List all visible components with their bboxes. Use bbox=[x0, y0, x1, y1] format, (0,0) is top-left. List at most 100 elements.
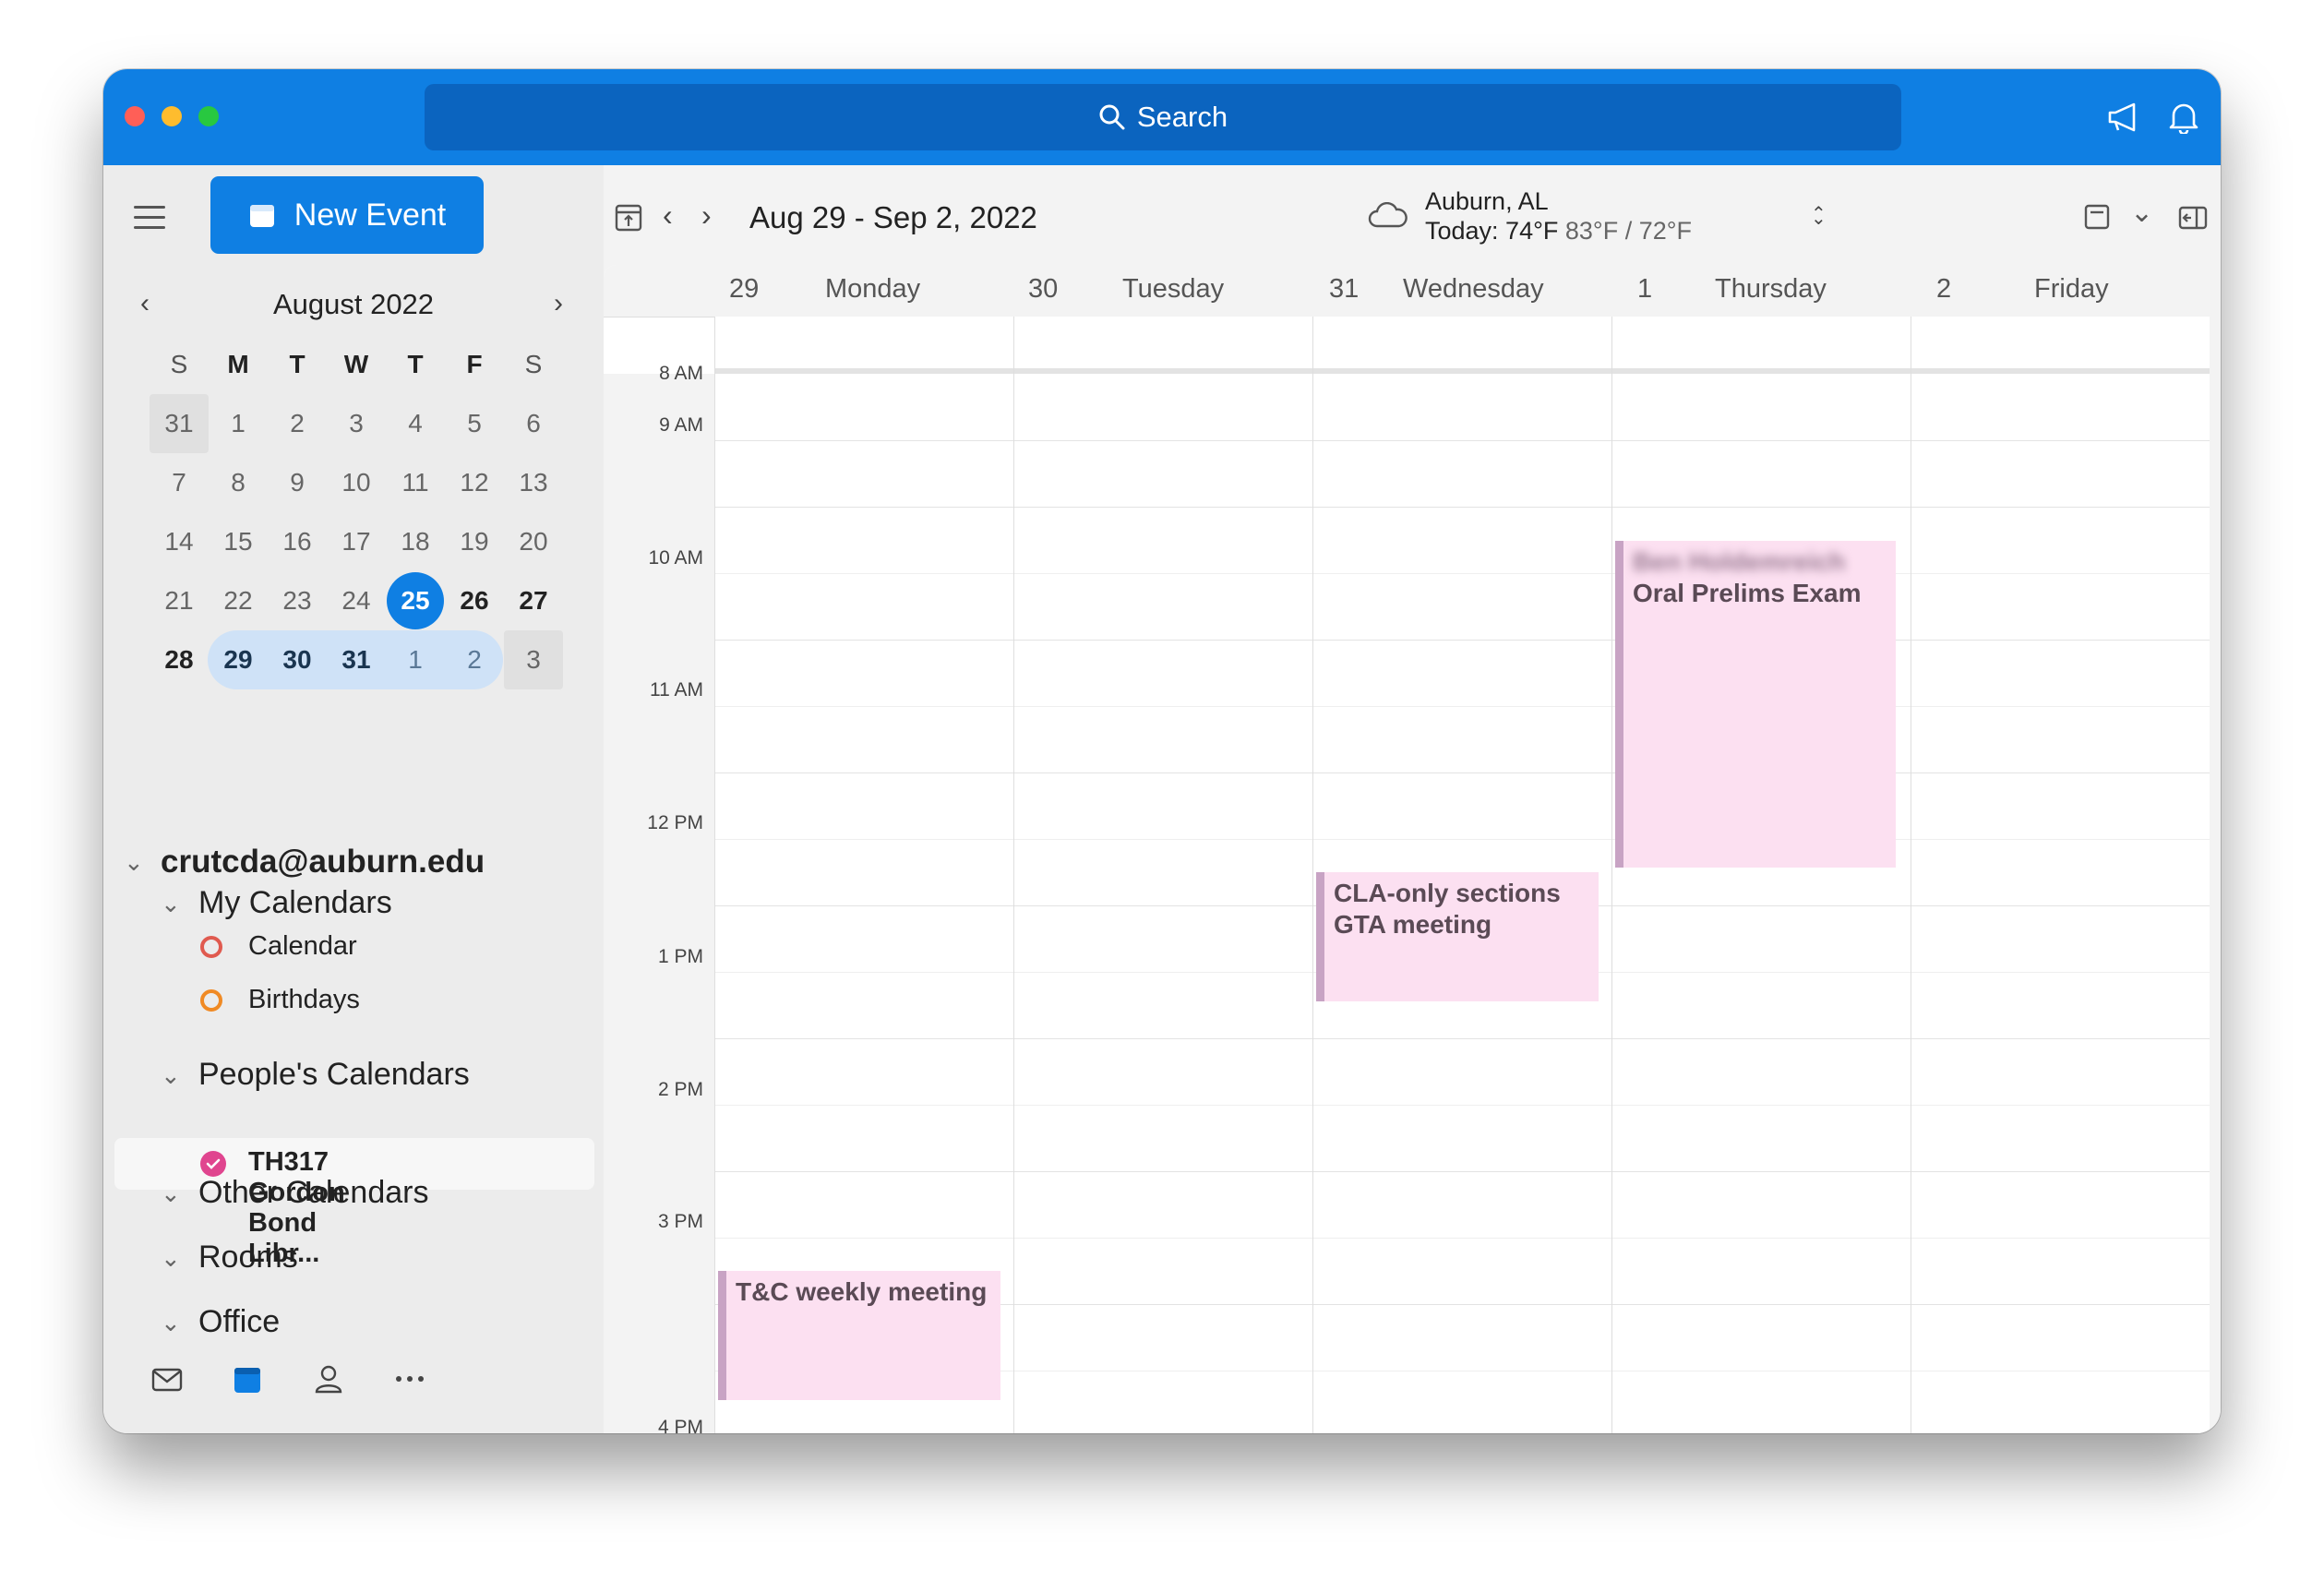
time-label: 2 PM bbox=[657, 1079, 703, 1100]
zoom-window-button[interactable] bbox=[198, 106, 219, 126]
mini-day-selected[interactable]: 2 bbox=[445, 630, 504, 689]
mail-icon[interactable] bbox=[151, 1367, 183, 1393]
time-label: 3 PM bbox=[657, 1211, 703, 1232]
mini-day[interactable]: 21 bbox=[150, 571, 209, 630]
mini-day[interactable]: 4 bbox=[386, 394, 445, 453]
mini-day[interactable]: 28 bbox=[150, 630, 209, 689]
chevron-down-icon[interactable]: ⌄ bbox=[2130, 197, 2153, 229]
week-grid: 29 Monday 30 Tuesday 31 Wednesday 1 Thur… bbox=[604, 265, 2210, 1433]
mini-day[interactable]: 1 bbox=[209, 394, 268, 453]
menu-icon[interactable] bbox=[134, 206, 165, 236]
mini-day[interactable]: 6 bbox=[504, 394, 563, 453]
mini-day-selected[interactable]: 31 bbox=[327, 630, 386, 689]
mini-day[interactable]: 19 bbox=[445, 512, 504, 571]
event-tc-weekly-meeting[interactable]: T&C weekly meeting bbox=[718, 1271, 1000, 1400]
weather-location[interactable]: Auburn, AL bbox=[1425, 187, 1549, 216]
prev-week-icon[interactable]: ‹ bbox=[663, 198, 673, 233]
mini-day[interactable]: 10 bbox=[327, 453, 386, 512]
day-name[interactable]: Tuesday bbox=[1122, 274, 1224, 305]
time-label: 4 PM bbox=[657, 1417, 703, 1433]
chevron-down-icon[interactable]: ⌄ bbox=[161, 1309, 181, 1337]
toggle-pane-icon[interactable] bbox=[2178, 206, 2208, 230]
calendar-nav-icon[interactable] bbox=[233, 1365, 262, 1395]
mini-day-selected[interactable]: 1 bbox=[386, 630, 445, 689]
mini-day[interactable]: 13 bbox=[504, 453, 563, 512]
mini-calendar-title: August 2022 bbox=[272, 288, 435, 320]
mini-day[interactable]: 9 bbox=[268, 453, 327, 512]
next-week-icon[interactable]: › bbox=[701, 198, 712, 233]
mini-day[interactable]: 22 bbox=[209, 571, 268, 630]
chevron-down-icon[interactable]: ⌄ bbox=[161, 1244, 181, 1273]
birthdays-color-circle[interactable] bbox=[200, 989, 222, 1012]
view-switcher-icon[interactable] bbox=[2084, 204, 2110, 230]
mini-day[interactable]: 2 bbox=[268, 394, 327, 453]
group-office[interactable]: Office bbox=[198, 1304, 280, 1340]
account-name[interactable]: crutcda@auburn.edu bbox=[161, 844, 485, 880]
mini-day[interactable]: 31 bbox=[150, 394, 209, 453]
day-number[interactable]: 29 bbox=[729, 274, 759, 305]
mini-day[interactable]: 24 bbox=[327, 571, 386, 630]
weather-today[interactable]: Today: 74°F 83°F / 72°F bbox=[1425, 217, 1692, 246]
mini-day[interactable]: 16 bbox=[268, 512, 327, 571]
chevron-down-icon[interactable]: ⌄ bbox=[161, 1061, 181, 1090]
mini-calendar-header: ‹ August 2022 › bbox=[103, 281, 604, 327]
mini-day-selected[interactable]: 30 bbox=[268, 630, 327, 689]
mini-day-today[interactable]: 25 bbox=[386, 571, 445, 630]
mini-day[interactable]: 7 bbox=[150, 453, 209, 512]
day-number[interactable]: 31 bbox=[1329, 274, 1359, 305]
calendar-item-calendar[interactable]: Calendar bbox=[248, 931, 357, 962]
chevron-down-icon[interactable]: ⌄ bbox=[161, 1180, 181, 1208]
time-label: 9 AM bbox=[659, 414, 703, 436]
day-name[interactable]: Friday bbox=[2034, 274, 2109, 305]
group-my-calendars[interactable]: My Calendars bbox=[198, 885, 392, 921]
more-icon[interactable] bbox=[395, 1374, 425, 1383]
group-peoples-calendars[interactable]: People's Calendars bbox=[198, 1057, 470, 1093]
calendar-item-birthdays[interactable]: Birthdays bbox=[248, 985, 360, 1015]
day-name[interactable]: Thursday bbox=[1715, 274, 1827, 305]
day-name[interactable]: Monday bbox=[825, 274, 920, 305]
calendar-color-circle[interactable] bbox=[200, 936, 222, 958]
group-rooms[interactable]: Rooms bbox=[198, 1240, 298, 1276]
day-number[interactable]: 2 bbox=[1936, 274, 1951, 305]
mini-day[interactable]: 15 bbox=[209, 512, 268, 571]
bell-icon[interactable] bbox=[2168, 101, 2199, 134]
event-oral-prelims[interactable]: Ben Holdemreich Oral Prelims Exam bbox=[1615, 541, 1896, 868]
mini-day[interactable]: 17 bbox=[327, 512, 386, 571]
half-hour-line bbox=[714, 1105, 2210, 1106]
mini-day[interactable]: 18 bbox=[386, 512, 445, 571]
mini-next-month-icon[interactable]: › bbox=[554, 288, 563, 319]
mini-day[interactable]: 23 bbox=[268, 571, 327, 630]
weather-stepper-icon[interactable]: ⌃ ⌄ bbox=[1811, 202, 1827, 248]
all-day-row[interactable] bbox=[714, 317, 2210, 374]
mini-day[interactable]: 26 bbox=[445, 571, 504, 630]
title-bar: Search bbox=[103, 69, 2221, 165]
go-to-today-icon[interactable] bbox=[615, 202, 642, 232]
group-other-calendars[interactable]: Other Calendars bbox=[198, 1175, 428, 1211]
checkmark-icon[interactable] bbox=[200, 1151, 226, 1177]
people-icon[interactable] bbox=[314, 1363, 343, 1395]
day-number[interactable]: 30 bbox=[1028, 274, 1058, 305]
mini-day[interactable]: 8 bbox=[209, 453, 268, 512]
day-number[interactable]: 1 bbox=[1637, 274, 1652, 305]
mini-day[interactable]: 3 bbox=[504, 630, 563, 689]
megaphone-icon[interactable] bbox=[2106, 101, 2141, 134]
close-window-button[interactable] bbox=[125, 106, 145, 126]
mini-day[interactable]: 12 bbox=[445, 453, 504, 512]
mini-day-selected[interactable]: 29 bbox=[209, 630, 268, 689]
new-event-button[interactable]: New Event bbox=[210, 176, 484, 254]
mini-day[interactable]: 20 bbox=[504, 512, 563, 571]
chevron-down-icon[interactable]: ⌄ bbox=[124, 848, 144, 877]
chevron-down-icon[interactable]: ⌄ bbox=[161, 890, 181, 918]
mini-day[interactable]: 3 bbox=[327, 394, 386, 453]
day-name[interactable]: Wednesday bbox=[1403, 274, 1544, 305]
mini-day[interactable]: 5 bbox=[445, 394, 504, 453]
time-column: 8 AM 9 AM 10 AM 11 AM 12 PM 1 PM 2 PM 3 … bbox=[604, 363, 714, 1433]
half-hour-line bbox=[714, 1238, 2210, 1239]
weekday-label: T bbox=[407, 350, 424, 378]
mini-day[interactable]: 11 bbox=[386, 453, 445, 512]
minimize-window-button[interactable] bbox=[162, 106, 182, 126]
mini-day[interactable]: 14 bbox=[150, 512, 209, 571]
search-bar[interactable]: Search bbox=[425, 84, 1901, 150]
event-cla-gta-meeting[interactable]: CLA-only sections GTA meeting bbox=[1316, 872, 1599, 1001]
mini-day[interactable]: 27 bbox=[504, 571, 563, 630]
